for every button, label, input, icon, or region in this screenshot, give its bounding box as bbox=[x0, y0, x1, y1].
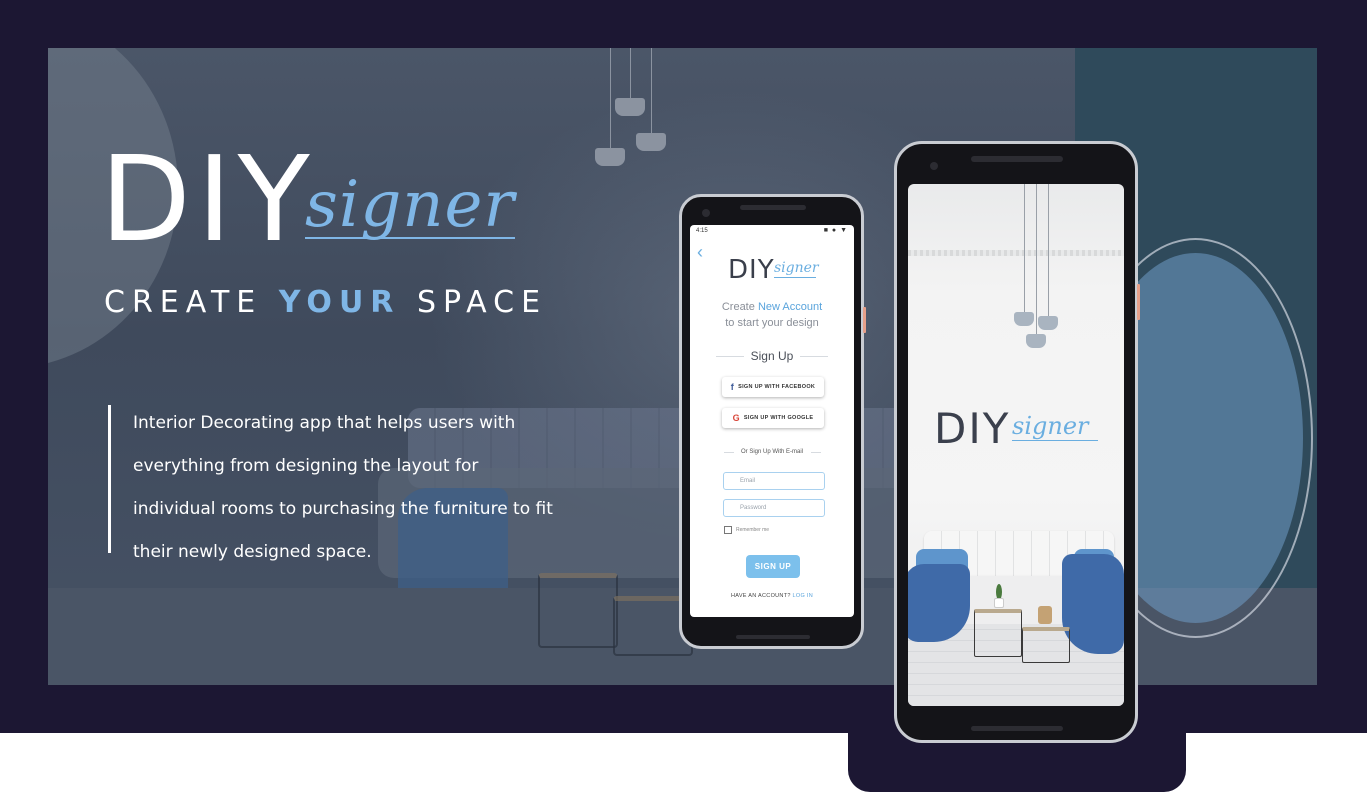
status-icons: ■ ● ▼ bbox=[823, 227, 848, 234]
google-signup-label: SIGN UP WITH GOOGLE bbox=[743, 415, 814, 421]
pendant-wire bbox=[610, 48, 611, 148]
phone-signup-mockup: 4:15 ■ ● ▼ ‹ DIY signer Create New Accou… bbox=[679, 194, 866, 649]
pendant-lamp bbox=[1014, 312, 1034, 326]
have-account-text: HAVE AN ACCOUNT? LOG IN bbox=[690, 593, 854, 599]
create-accent: New Account bbox=[757, 301, 823, 313]
signup-heading: Sign Up bbox=[750, 349, 794, 363]
pendant-lamp bbox=[636, 133, 666, 151]
chevron-left-icon[interactable]: ‹ bbox=[697, 243, 703, 261]
plant-pot bbox=[994, 598, 1004, 608]
remember-label: Remember me bbox=[736, 527, 770, 533]
google-signup-button[interactable]: G SIGN UP WITH GOOGLE bbox=[722, 408, 824, 428]
potted-plant bbox=[992, 584, 1006, 608]
lamp-wire bbox=[1024, 184, 1025, 312]
create-subheading: to start your design bbox=[725, 317, 819, 329]
divider bbox=[800, 356, 828, 357]
pendant-lamp bbox=[1038, 316, 1058, 330]
splash-logo: DIY signer bbox=[934, 404, 1114, 454]
login-link[interactable]: LOG IN bbox=[793, 593, 813, 599]
logo-diy: DIY bbox=[100, 130, 316, 268]
signup-logo-underline bbox=[774, 277, 816, 278]
logo-signer: signer bbox=[305, 168, 515, 242]
signup-logo-diy: DIY bbox=[728, 255, 775, 285]
google-icon: G bbox=[732, 413, 740, 423]
side-table bbox=[538, 573, 618, 648]
lamp-wire bbox=[1036, 184, 1037, 334]
phone-bottom-speaker bbox=[736, 635, 810, 639]
facebook-signup-label: SIGN UP WITH FACEBOOK bbox=[738, 384, 816, 390]
tagline-post: SPACE bbox=[416, 285, 548, 320]
signup-logo: DIY signer bbox=[728, 255, 828, 291]
side-table bbox=[974, 609, 1022, 657]
app-description: Interior Decorating app that helps users… bbox=[133, 413, 553, 562]
create-prefix: Create bbox=[721, 301, 755, 313]
phone-camera bbox=[930, 162, 938, 170]
pendant-wire bbox=[651, 48, 652, 133]
password-field[interactable]: Password bbox=[723, 499, 825, 517]
phone-bottom-speaker bbox=[971, 726, 1063, 731]
wall-molding bbox=[908, 250, 1124, 256]
pendant-lamp bbox=[595, 148, 625, 166]
brand-logo: DIY signer bbox=[100, 130, 515, 268]
description-bar bbox=[108, 405, 111, 553]
signup-logo-signer: signer bbox=[774, 260, 819, 276]
status-bar: 4:15 ■ ● ▼ bbox=[694, 227, 850, 237]
splash-logo-signer: signer bbox=[1012, 412, 1089, 440]
deer-figurine bbox=[1038, 606, 1052, 624]
or-email-label: Or Sign Up With E-mail bbox=[740, 449, 803, 455]
facebook-icon: f bbox=[730, 382, 735, 392]
tagline-accent: YOUR bbox=[278, 285, 401, 320]
divider bbox=[811, 452, 821, 453]
signup-submit-button[interactable]: SIGN UP bbox=[746, 555, 800, 578]
create-account-heading: Create New Account bbox=[690, 301, 854, 313]
lamp-wire bbox=[1048, 184, 1049, 316]
phone-side-button bbox=[1137, 284, 1140, 320]
tagline-pre: CREATE bbox=[104, 285, 263, 320]
tagline: CREATE YOUR SPACE bbox=[104, 285, 547, 320]
phone-speaker bbox=[740, 205, 806, 210]
pendant-lamp bbox=[615, 98, 645, 116]
email-field[interactable]: Email bbox=[723, 472, 825, 490]
splash-logo-underline bbox=[1012, 440, 1098, 441]
signup-screen: 4:15 ■ ● ▼ ‹ DIY signer Create New Accou… bbox=[690, 225, 854, 617]
splash-screen: DIY signer bbox=[908, 184, 1124, 706]
phone-camera bbox=[702, 209, 710, 217]
phone-speaker bbox=[971, 156, 1063, 162]
throw-blanket bbox=[1062, 554, 1124, 654]
remember-checkbox[interactable] bbox=[724, 526, 732, 534]
phone-side-button bbox=[863, 307, 866, 333]
logo-underline bbox=[305, 237, 515, 239]
status-time: 4:15 bbox=[696, 228, 708, 234]
pendant-wire bbox=[630, 48, 631, 98]
have-account-label: HAVE AN ACCOUNT? bbox=[731, 593, 791, 599]
phone-splash-mockup: DIY signer bbox=[894, 141, 1140, 743]
side-table bbox=[1022, 627, 1070, 663]
facebook-signup-button[interactable]: f SIGN UP WITH FACEBOOK bbox=[722, 377, 824, 397]
splash-logo-diy: DIY bbox=[934, 404, 1011, 453]
pendant-lamp bbox=[1026, 334, 1046, 348]
